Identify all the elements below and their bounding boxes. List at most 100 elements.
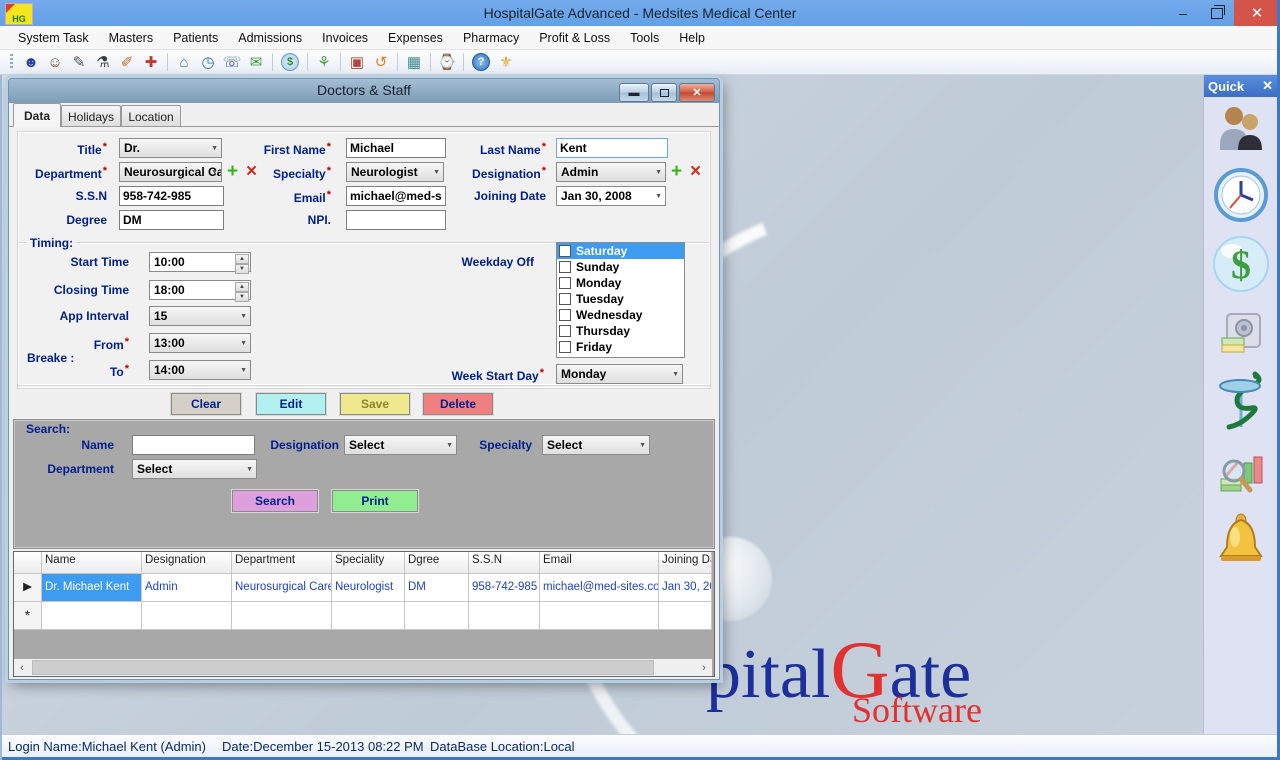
weekday-row-sunday[interactable]: Sunday: [557, 259, 684, 275]
grid-header-department[interactable]: Department: [232, 552, 332, 574]
dialog-close-button[interactable]: ✕: [679, 83, 715, 102]
checkbox-icon[interactable]: [559, 341, 571, 353]
staff-icon[interactable]: ☻: [19, 52, 43, 72]
first-name-input[interactable]: [346, 138, 446, 158]
grid-empty-cell[interactable]: [659, 602, 712, 630]
help-icon[interactable]: ?: [472, 53, 490, 71]
grid-new-row-marker[interactable]: *: [14, 602, 42, 630]
undo-icon[interactable]: ↺: [369, 52, 393, 72]
quick-pharmacy-icon[interactable]: [1215, 369, 1267, 435]
menu-expenses[interactable]: Expenses: [378, 28, 453, 48]
grid-header-designation[interactable]: Designation: [142, 552, 232, 574]
grid-header-speciality[interactable]: Speciality: [332, 552, 405, 574]
app-interval-combo[interactable]: 15: [149, 306, 251, 326]
grid-cell-speciality[interactable]: Neurologist: [332, 574, 405, 602]
grid-empty-cell[interactable]: [332, 602, 405, 630]
spin-up-icon[interactable]: ▲: [235, 282, 249, 292]
menu-system-task[interactable]: System Task: [8, 28, 99, 48]
search-name-input[interactable]: [132, 435, 255, 455]
specialty-combo[interactable]: Neurologist: [346, 162, 444, 182]
checkbox-icon[interactable]: [559, 261, 571, 273]
weekday-row-tuesday[interactable]: Tuesday: [557, 291, 684, 307]
email-input[interactable]: [346, 186, 446, 206]
doctor-icon[interactable]: ☺: [43, 52, 67, 72]
add-designation-icon[interactable]: +: [671, 161, 682, 183]
grid-empty-cell[interactable]: [232, 602, 332, 630]
menu-pharmacy[interactable]: Pharmacy: [453, 28, 529, 48]
emergency-icon[interactable]: ✚: [139, 52, 163, 72]
quick-audit-icon[interactable]: [1217, 449, 1265, 497]
restore-button[interactable]: [1200, 0, 1234, 26]
report-icon[interactable]: ▦: [402, 52, 426, 72]
weekday-row-thursday[interactable]: Thursday: [557, 323, 684, 339]
week-start-day-combo[interactable]: Monday: [556, 364, 683, 384]
quick-close-icon[interactable]: ✕: [1262, 78, 1273, 94]
checkbox-icon[interactable]: [559, 245, 571, 257]
checkbox-icon[interactable]: [559, 293, 571, 305]
add-department-icon[interactable]: +: [227, 161, 238, 183]
tab-holidays[interactable]: Holidays: [61, 105, 121, 127]
last-name-input[interactable]: [556, 138, 668, 158]
spin-up-icon[interactable]: ▲: [235, 254, 249, 264]
title-combo[interactable]: Dr.: [119, 138, 222, 158]
grid-cell-ssn[interactable]: 958-742-985: [469, 574, 540, 602]
quick-cash-safe-icon[interactable]: [1218, 311, 1264, 357]
scrollbar-thumb[interactable]: [32, 660, 654, 675]
dollar-icon[interactable]: $: [281, 53, 299, 71]
grid-cell-department[interactable]: Neurosurgical Care: [232, 574, 332, 602]
grid-cell-joining-date[interactable]: Jan 30, 2008: [659, 574, 712, 602]
quick-reminder-bell-icon[interactable]: [1217, 513, 1265, 569]
weekday-row-monday[interactable]: Monday: [557, 275, 684, 291]
plant-icon[interactable]: ⚘: [312, 52, 336, 72]
search-designation-combo[interactable]: Select: [344, 435, 457, 455]
break-from-combo[interactable]: 13:00: [149, 333, 251, 353]
grid-header-name[interactable]: Name: [42, 552, 142, 574]
dialog-maximize-button[interactable]: [651, 83, 677, 102]
lab-icon[interactable]: ⚗: [91, 52, 115, 72]
tab-location[interactable]: Location: [121, 105, 181, 127]
npi-input[interactable]: [346, 210, 446, 230]
clear-button[interactable]: Clear: [171, 393, 241, 415]
scroll-right-icon[interactable]: ›: [696, 662, 712, 674]
grid-header-selector[interactable]: [14, 552, 42, 574]
grid-header-joining-date[interactable]: Joining Date: [659, 552, 712, 574]
grid-header-ssn[interactable]: S.S.N: [469, 552, 540, 574]
grid-header-dgree[interactable]: Dgree: [405, 552, 469, 574]
ssn-input[interactable]: [119, 186, 224, 206]
start-time-spinner[interactable]: 10:00▲▼: [149, 252, 251, 272]
break-to-combo[interactable]: 14:00: [149, 360, 251, 380]
save-button[interactable]: Save: [340, 393, 410, 415]
prescription-icon[interactable]: ✐: [115, 52, 139, 72]
menu-help[interactable]: Help: [669, 28, 715, 48]
dialog-minimize-button[interactable]: ▬: [619, 83, 649, 102]
billing-icon[interactable]: ✉: [244, 52, 268, 72]
print-button[interactable]: Print: [332, 490, 418, 512]
weekday-row-saturday[interactable]: Saturday: [557, 243, 684, 259]
scroll-left-icon[interactable]: ‹: [14, 662, 30, 674]
close-button[interactable]: ✕: [1234, 0, 1280, 26]
department-combo[interactable]: Neurosurgical Care: [119, 162, 222, 182]
menu-masters[interactable]: Masters: [99, 28, 163, 48]
delete-button[interactable]: Delete: [423, 393, 493, 415]
spin-down-icon[interactable]: ▼: [235, 292, 249, 302]
search-button[interactable]: Search: [232, 490, 318, 512]
grid-empty-cell[interactable]: [405, 602, 469, 630]
checkbox-icon[interactable]: [559, 325, 571, 337]
designation-combo[interactable]: Admin: [556, 162, 666, 182]
package-icon[interactable]: ▣: [345, 52, 369, 72]
hospital-icon[interactable]: ⌂: [172, 52, 196, 72]
signature-icon[interactable]: ✎: [67, 52, 91, 72]
grid-cell-dgree[interactable]: DM: [405, 574, 469, 602]
weekday-row-friday[interactable]: Friday: [557, 339, 684, 355]
clock-icon[interactable]: ◷: [196, 52, 220, 72]
closing-time-spinner[interactable]: 18:00▲▼: [149, 280, 251, 300]
schedule-icon[interactable]: ⌚: [435, 52, 459, 72]
spin-down-icon[interactable]: ▼: [235, 264, 249, 274]
minimize-button[interactable]: –: [1166, 0, 1200, 26]
grid-empty-cell[interactable]: [42, 602, 142, 630]
edit-button[interactable]: Edit: [256, 393, 326, 415]
menu-admissions[interactable]: Admissions: [228, 28, 312, 48]
weekday-row-wednesday[interactable]: Wednesday: [557, 307, 684, 323]
menu-tools[interactable]: Tools: [620, 28, 669, 48]
grid-header-email[interactable]: Email: [540, 552, 659, 574]
